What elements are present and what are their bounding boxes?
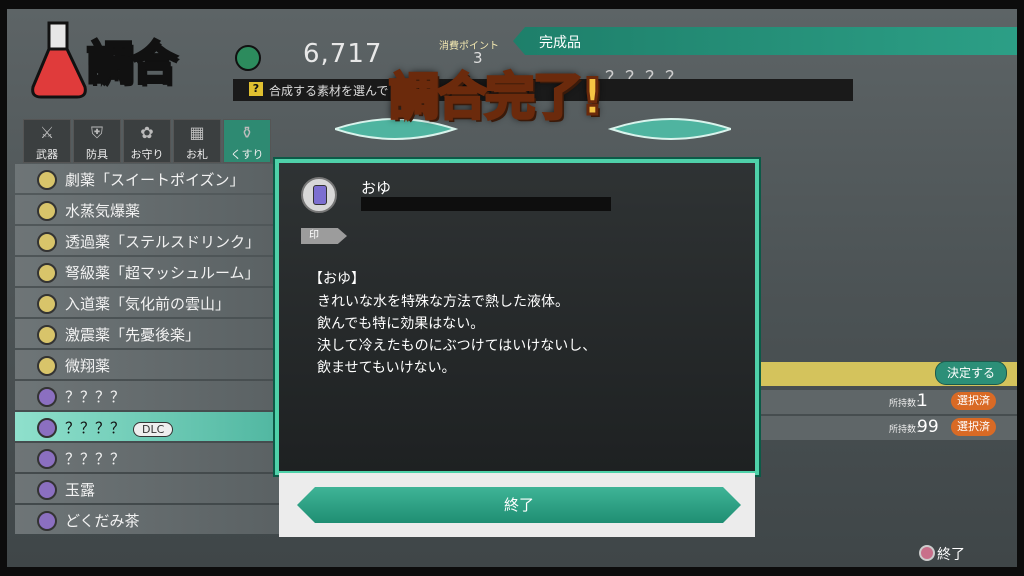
potion-icon (37, 511, 57, 531)
cost-label: 消費ポイント (439, 41, 499, 52)
charm-icon: ✿ (140, 123, 154, 142)
selected-badge: 選択済 (951, 392, 996, 410)
hint-text: 合成する素材を選んで (269, 84, 389, 98)
description-line: 決して冷えたものにぶつけてはいけないし、 (317, 338, 597, 354)
confirm-button[interactable]: 決定する (935, 361, 1007, 385)
finish-button[interactable]: 終了 (297, 487, 741, 523)
potion-icon (37, 387, 57, 407)
armor-icon: ⛨ (90, 123, 103, 142)
item-label: ？？？？ (65, 388, 126, 406)
item-label: ？？？？ (65, 450, 126, 468)
tab-talisman[interactable]: ▦ お札 (173, 119, 221, 163)
selected-badge: 選択済 (951, 418, 996, 436)
tab-medicine[interactable]: ⚱ くすり (223, 119, 271, 163)
tab-label: 武器 (36, 148, 58, 161)
flask-icon (31, 21, 87, 99)
weapon-icon: ⚔ (39, 123, 55, 142)
tab-label: 防具 (86, 148, 108, 161)
description-line: 飲んでも特に効果はない。 (317, 316, 485, 332)
item-label: 劇薬「スイートポイズン」 (65, 171, 245, 189)
material-row[interactable]: 所持数： 1 選択済 (755, 390, 1017, 414)
item-label: 微翔薬 (65, 357, 111, 375)
item-label: 水蒸気爆薬 (65, 202, 141, 220)
tab-label: くすり (230, 148, 264, 161)
list-item[interactable]: 激震薬「先憂後楽」 (15, 319, 285, 348)
potion-icon (37, 356, 57, 376)
item-label: 透過薬「ステルスドリンク」 (65, 233, 261, 251)
list-item[interactable]: 劇薬「スイートポイズン」 (15, 164, 285, 193)
material-row[interactable]: 所持数： 99 選択済 (755, 416, 1017, 440)
potion-icon (37, 294, 57, 314)
mark-tag: 印 (301, 228, 347, 244)
product-bar (513, 27, 1017, 55)
item-label: 玉露 (65, 481, 96, 499)
list-item-selected[interactable]: ？？？？ DLC (15, 412, 285, 441)
description-line: 飲ませてもいけない。 (317, 360, 456, 376)
tab-label: お守り (130, 148, 164, 161)
list-item[interactable]: 玉露 (15, 474, 285, 503)
list-item[interactable]: ？？？？ (15, 443, 285, 472)
end-hint[interactable]: 終了 (919, 544, 965, 564)
item-label: 弩級薬「超マッシュルーム」 (65, 264, 260, 282)
potion-icon (37, 170, 57, 190)
potion-icon (37, 325, 57, 345)
money-pouch-icon (235, 45, 261, 71)
screen-title: 調合 (86, 35, 179, 92)
dlc-badge: DLC (133, 422, 174, 437)
game-screen: 調合 6,717 消費ポイント 3 完成品 ？？？？ ? 合成する素材を選んで … (7, 9, 1017, 567)
item-label: どくだみ茶 (65, 512, 140, 530)
item-label-text: ？？？？ (65, 419, 126, 437)
item-label: 入道薬「気化前の雲山」 (65, 295, 231, 313)
description-line: きれいな水を特殊な方法で熱した液体。 (317, 294, 569, 310)
item-label: 激震薬「先憂後楽」 (65, 326, 201, 344)
potion-icon (37, 480, 57, 500)
circle-button-icon (919, 545, 935, 561)
result-dialog: おゆ 印 【おゆ】 きれいな水を特殊な方法で熱した液体。 飲んでも特に効果はない… (275, 159, 759, 475)
owned-count: 1 (917, 391, 928, 411)
list-item[interactable]: 透過薬「ステルスドリンク」 (15, 226, 285, 255)
tab-armor[interactable]: ⛨ 防具 (73, 119, 121, 163)
tab-charm[interactable]: ✿ お守り (123, 119, 171, 163)
potion-icon (301, 177, 337, 213)
item-subbar (361, 197, 611, 211)
item-label: ？？？？ DLC (65, 417, 174, 438)
potion-icon (37, 418, 57, 438)
medicine-icon: ⚱ (240, 123, 254, 142)
completion-banner: 調合完了! (388, 67, 606, 128)
tab-weapon[interactable]: ⚔ 武器 (23, 119, 71, 163)
list-item[interactable]: 弩級薬「超マッシュルーム」 (15, 257, 285, 286)
category-tabs: ⚔ 武器 ⛨ 防具 ✿ お守り ▦ お札 ⚱ くすり (23, 119, 271, 163)
list-item[interactable]: 入道薬「気化前の雲山」 (15, 288, 285, 317)
list-item[interactable]: ？？？？ (15, 381, 285, 410)
tab-label: お札 (186, 148, 208, 161)
list-item[interactable]: 水蒸気爆薬 (15, 195, 285, 224)
recipe-list: 劇薬「スイートポイズン」 水蒸気爆薬 透過薬「ステルスドリンク」 弩級薬「超マッ… (15, 164, 285, 536)
help-icon: ? (249, 82, 263, 96)
potion-icon (37, 201, 57, 221)
talisman-icon: ▦ (189, 123, 205, 142)
potion-icon (37, 449, 57, 469)
list-item[interactable]: 微翔薬 (15, 350, 285, 379)
money-value: 6,717 (303, 39, 383, 69)
list-item[interactable]: どくだみ茶 (15, 505, 285, 534)
potion-icon (37, 232, 57, 252)
end-hint-label: 終了 (937, 547, 965, 563)
item-name: おゆ (361, 179, 392, 197)
owned-count: 99 (917, 417, 939, 437)
product-label: 完成品 (539, 35, 581, 51)
potion-icon (37, 263, 57, 283)
description-title: 【おゆ】 (309, 271, 365, 287)
